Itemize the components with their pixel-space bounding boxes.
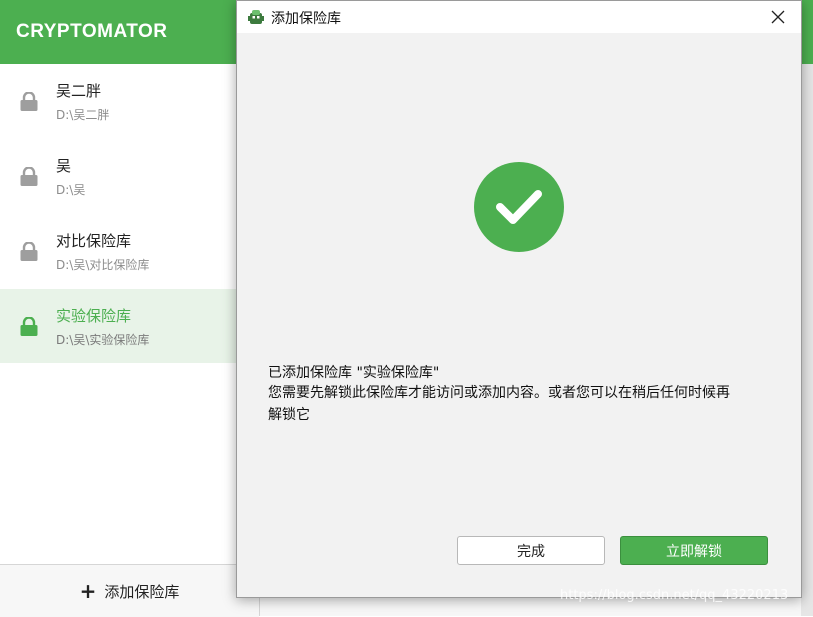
unlock-now-button[interactable]: 立即解锁 bbox=[620, 536, 768, 565]
add-vault-dialog: 添加保险库 已添加保险库 "实验保险库" 您需要先解锁此保险库才能访问或添加内容… bbox=[236, 0, 802, 598]
vault-list-sidebar: 吴二胖 D:\吴二胖 吴 D:\吴 对比保险库 D:\吴\对比保险库 实验保险库… bbox=[0, 64, 260, 617]
vault-path: D:\吴 bbox=[56, 183, 86, 197]
vault-name: 吴 bbox=[56, 157, 72, 175]
watermark-text: https://blog.csdn.net/qq_43220213 bbox=[560, 588, 789, 603]
vault-list-item[interactable]: 吴二胖 D:\吴二胖 bbox=[0, 64, 259, 138]
unlock-hint-message: 您需要先解锁此保险库才能访问或添加内容。或者您可以在稍后任何时候再 bbox=[268, 385, 730, 401]
main-scrollbar[interactable] bbox=[801, 64, 813, 616]
vault-name: 对比保险库 bbox=[56, 232, 132, 250]
vault-path: D:\吴二胖 bbox=[56, 108, 110, 122]
lock-icon bbox=[20, 92, 38, 111]
add-vault-button[interactable]: + 添加保险库 bbox=[0, 565, 259, 617]
vault-name: 实验保险库 bbox=[56, 307, 132, 325]
close-button[interactable] bbox=[755, 1, 801, 33]
vault-path: D:\吴\对比保险库 bbox=[56, 258, 150, 272]
vault-list-item-selected[interactable]: 实验保险库 D:\吴\实验保险库 bbox=[0, 289, 259, 363]
dialog-title: 添加保险库 bbox=[271, 11, 341, 27]
lock-icon bbox=[20, 242, 38, 261]
lock-icon bbox=[20, 167, 38, 186]
dialog-titlebar[interactable]: 添加保险库 bbox=[237, 1, 801, 33]
vault-path: D:\吴\实验保险库 bbox=[56, 333, 150, 347]
app-title: CRYPTOMATOR bbox=[16, 21, 168, 42]
vault-added-message: 已添加保险库 "实验保险库" bbox=[268, 365, 440, 381]
vault-list-item[interactable]: 吴 D:\吴 bbox=[0, 139, 259, 213]
vault-name: 吴二胖 bbox=[56, 82, 102, 100]
lock-icon bbox=[20, 317, 38, 336]
sidebar-footer: + 添加保险库 bbox=[0, 564, 259, 617]
plus-icon: + bbox=[79, 579, 97, 603]
vault-list-item[interactable]: 对比保险库 D:\吴\对比保险库 bbox=[0, 214, 259, 288]
unlock-hint-message-cont: 解锁它 bbox=[268, 407, 310, 423]
cryptomator-robot-icon bbox=[248, 10, 264, 24]
add-vault-label: 添加保险库 bbox=[104, 582, 180, 601]
success-check-icon bbox=[474, 162, 564, 252]
done-button[interactable]: 完成 bbox=[457, 536, 605, 565]
close-icon bbox=[771, 10, 785, 24]
